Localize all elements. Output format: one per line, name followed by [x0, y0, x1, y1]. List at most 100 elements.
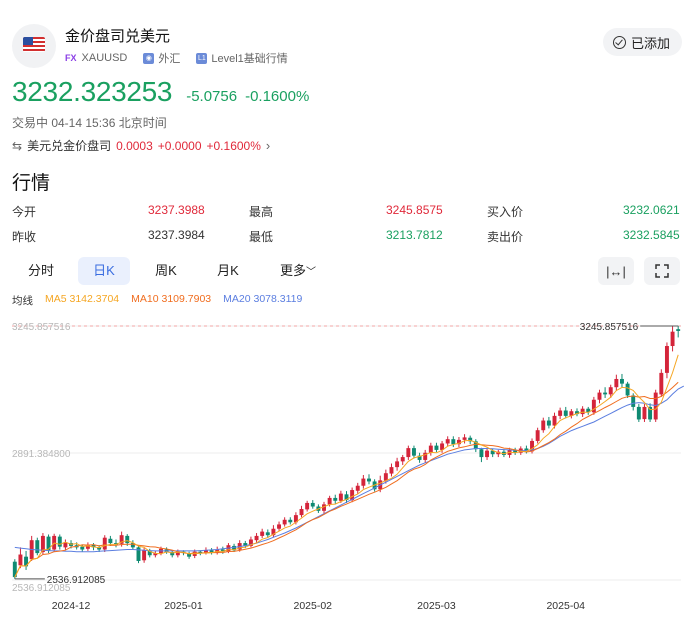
candle-body: [603, 392, 608, 395]
candle-body: [597, 392, 602, 400]
inverse-pair-change: +0.0000: [157, 138, 202, 153]
max-marker-label: 3245.857516: [580, 322, 639, 333]
symbol-code: XAUUSD: [81, 52, 128, 64]
ask-value: 3232.5845: [623, 228, 680, 242]
candle: [305, 500, 310, 512]
candle: [310, 500, 315, 509]
tab-more[interactable]: 更多﹀: [268, 257, 328, 285]
inverse-pair-label: 美元兑金价盘司: [27, 139, 112, 153]
candle-body: [338, 493, 343, 501]
candle-body: [367, 478, 371, 482]
ma-legend: 均线 MA5 3142.3704 MA10 3109.7903 MA20 307…: [12, 293, 302, 308]
candle: [395, 457, 400, 471]
candle: [260, 528, 265, 539]
swap-icon: ⇆: [12, 138, 23, 153]
bid-label: 买入价: [487, 205, 524, 219]
candle: [361, 474, 366, 489]
candle: [367, 474, 371, 485]
candle-body: [636, 406, 641, 420]
candle-body: [305, 502, 310, 510]
y-tick-label: 3245.857516: [12, 322, 71, 333]
candle-body: [102, 537, 107, 550]
candle: [153, 550, 158, 558]
candle-body: [361, 478, 366, 486]
low-value: 3213.7812: [386, 228, 443, 242]
candle-body: [265, 532, 270, 536]
min-marker-label: 2536.912085: [47, 575, 106, 586]
fullscreen-icon: [655, 264, 669, 278]
candle: [355, 482, 360, 494]
candle-body: [80, 546, 85, 550]
candle-body: [108, 538, 113, 544]
candle: [648, 403, 653, 422]
candle-body: [277, 524, 282, 529]
tab-more-label: 更多: [279, 263, 306, 278]
candle: [411, 445, 416, 459]
candle-body: [310, 502, 315, 507]
candle: [282, 517, 287, 527]
candle: [400, 454, 405, 465]
candle-body: [558, 410, 563, 416]
candle-body: [563, 410, 568, 416]
candle: [591, 396, 596, 415]
candle-body: [485, 450, 490, 458]
candle-body: [395, 461, 400, 468]
candle: [406, 445, 411, 460]
candle-body: [552, 415, 557, 426]
candle: [541, 417, 546, 433]
x-tick-label: 2025-04: [546, 600, 585, 612]
prev-close-label: 昨收: [12, 230, 37, 244]
level-icon: L1: [196, 52, 208, 64]
candle: [659, 369, 664, 397]
candle: [636, 404, 641, 422]
fullscreen-button[interactable]: [644, 257, 680, 285]
price-change-pct: -0.1600%: [245, 88, 310, 105]
candle: [625, 381, 630, 398]
candle-body: [664, 346, 669, 373]
bid-value: 3232.0621: [623, 203, 680, 217]
candle: [288, 517, 293, 525]
candle: [580, 406, 585, 417]
candle-body: [541, 420, 546, 431]
candle-body: [535, 430, 540, 441]
candle-body: [631, 395, 636, 407]
tab-intraday[interactable]: 分时: [12, 257, 70, 285]
added-watchlist-button[interactable]: 已添加: [602, 28, 682, 56]
open-label: 今开: [12, 205, 37, 219]
candle: [563, 406, 568, 419]
kline-chart[interactable]: 3245.857516 2891.384800 2536.912085 3245.85…: [0, 308, 691, 625]
candle-body: [445, 439, 450, 444]
x-tick-label: 2025-02: [293, 600, 332, 612]
inverse-pair-pct: +0.1600%: [206, 138, 261, 153]
ma-legend-label: 均线: [12, 295, 33, 307]
candle-body: [451, 439, 456, 445]
candle-body: [282, 519, 287, 525]
inverse-pair-link[interactable]: ⇆ 美元兑金价盘司 0.0003 +0.0000 +0.1600% ›: [12, 137, 270, 154]
candle: [664, 342, 669, 379]
candle-body: [333, 497, 338, 501]
fit-width-button[interactable]: |↔|: [598, 257, 634, 285]
candle-body: [327, 497, 332, 505]
tab-weekly[interactable]: 周K: [140, 257, 192, 285]
candle-body: [428, 445, 433, 453]
candle-body: [546, 420, 551, 426]
candle-body: [142, 550, 147, 561]
candle-body: [642, 406, 647, 420]
candle: [57, 534, 62, 550]
section-title-quotes: 行情: [12, 173, 51, 194]
tab-monthly[interactable]: 月K: [202, 257, 254, 285]
candle: [676, 325, 681, 338]
candle: [102, 535, 107, 553]
candle: [18, 547, 23, 569]
ma20-value: MA20 3078.3119: [223, 293, 303, 305]
candle: [136, 545, 141, 564]
tab-daily[interactable]: 日K: [78, 257, 130, 285]
candle-body: [400, 457, 405, 462]
candle-body: [608, 387, 613, 395]
instrument-subtitle: FX XAUUSD ◉ 外汇 L1 Level1基础行情: [65, 50, 288, 66]
candle: [209, 548, 214, 555]
candle: [586, 406, 591, 415]
ma10-value: MA10 3109.7903: [131, 293, 212, 305]
period-tabs: 分时 日K 周K 月K 更多﹀ |↔|: [12, 257, 682, 285]
ma5-value: MA5 3142.3704: [45, 293, 120, 305]
